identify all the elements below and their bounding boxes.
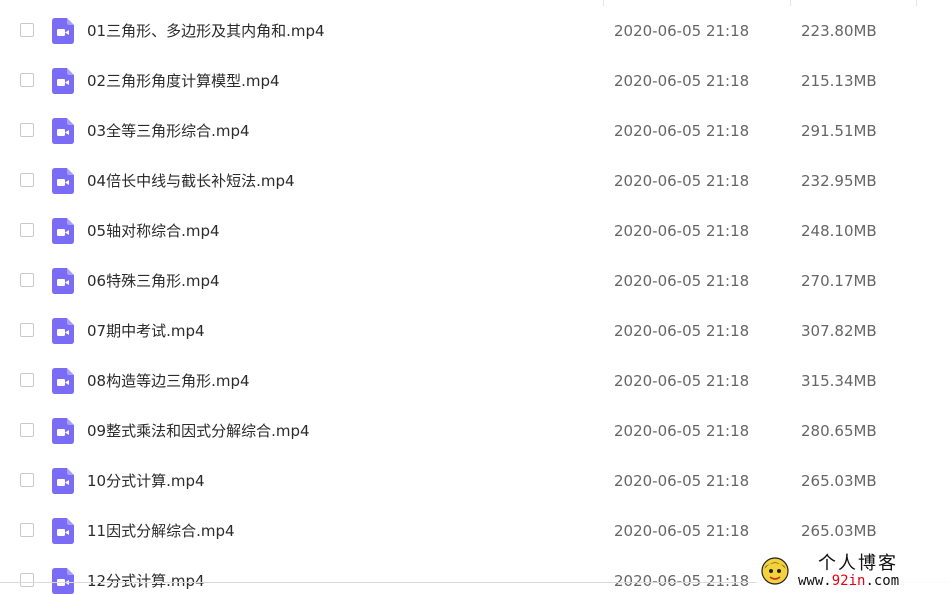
file-name[interactable]: 07期中考试.mp4 (87, 321, 205, 341)
file-name[interactable]: 11因式分解综合.mp4 (87, 521, 235, 541)
file-size: 291.51MB (801, 122, 877, 140)
file-date: 2020-06-05 21:18 (614, 522, 750, 540)
watermark-url-highlight: 92in (831, 573, 866, 589)
video-file-icon (52, 168, 74, 194)
row-checkbox[interactable] (20, 423, 34, 437)
watermark-url: www.92in.com (798, 572, 899, 590)
file-size: 307.82MB (801, 322, 877, 340)
file-name[interactable]: 04倍长中线与截长补短法.mp4 (87, 171, 295, 191)
file-date: 2020-06-05 21:18 (614, 372, 750, 390)
file-row[interactable]: 08构造等边三角形.mp4 2020-06-05 21:18 315.34MB (0, 356, 949, 406)
file-name[interactable]: 06特殊三角形.mp4 (87, 271, 220, 291)
file-date: 2020-06-05 21:18 (614, 272, 750, 290)
file-name[interactable]: 12分式计算.mp4 (87, 571, 205, 591)
video-file-icon (52, 318, 74, 344)
file-date: 2020-06-05 21:18 (614, 222, 750, 240)
file-row[interactable]: 11因式分解综合.mp4 2020-06-05 21:18 265.03MB (0, 506, 949, 556)
file-date: 2020-06-05 21:18 (614, 72, 750, 90)
watermark-logo-icon (761, 557, 789, 585)
file-size: 280.65MB (801, 422, 877, 440)
file-name[interactable]: 02三角形角度计算模型.mp4 (87, 71, 280, 91)
file-date: 2020-06-05 21:18 (614, 22, 750, 40)
file-date: 2020-06-05 21:18 (614, 322, 750, 340)
file-name[interactable]: 01三角形、多边形及其内角和.mp4 (87, 21, 325, 41)
row-checkbox[interactable] (20, 473, 34, 487)
file-size: 223.80MB (801, 22, 877, 40)
video-file-icon (52, 368, 74, 394)
watermark-url-suffix: .com (865, 573, 900, 589)
file-date: 2020-06-05 21:18 (614, 422, 750, 440)
file-row[interactable]: 07期中考试.mp4 2020-06-05 21:18 307.82MB (0, 306, 949, 356)
file-size: 265.03MB (801, 522, 877, 540)
file-row[interactable]: 10分式计算.mp4 2020-06-05 21:18 265.03MB (0, 456, 949, 506)
video-file-icon (52, 418, 74, 444)
file-row[interactable]: 03全等三角形综合.mp4 2020-06-05 21:18 291.51MB (0, 106, 949, 156)
file-date: 2020-06-05 21:18 (614, 122, 750, 140)
file-row[interactable]: 09整式乘法和因式分解综合.mp4 2020-06-05 21:18 280.65M… (0, 406, 949, 456)
row-checkbox[interactable] (20, 223, 34, 237)
video-file-icon (52, 18, 74, 44)
video-file-icon (52, 518, 74, 544)
watermark-url-prefix: www. (798, 573, 832, 589)
watermark: 个人博客 www.92in.com (756, 552, 949, 594)
file-size: 270.17MB (801, 272, 877, 290)
file-name[interactable]: 03全等三角形综合.mp4 (87, 121, 250, 141)
file-name[interactable]: 09整式乘法和因式分解综合.mp4 (87, 421, 310, 441)
row-checkbox[interactable] (20, 123, 34, 137)
file-name[interactable]: 10分式计算.mp4 (87, 471, 205, 491)
video-file-icon (52, 68, 74, 94)
video-file-icon (52, 568, 74, 594)
file-row[interactable]: 06特殊三角形.mp4 2020-06-05 21:18 270.17MB (0, 256, 949, 306)
file-list-page: 01三角形、多边形及其内角和.mp4 2020-06-05 21:18 223.80… (0, 0, 949, 594)
row-checkbox[interactable] (20, 323, 34, 337)
file-row[interactable]: 04倍长中线与截长补短法.mp4 2020-06-05 21:18 232.95MB (0, 156, 949, 206)
file-row[interactable]: 01三角形、多边形及其内角和.mp4 2020-06-05 21:18 223.80… (0, 6, 949, 56)
file-size: 315.34MB (801, 372, 877, 390)
video-file-icon (52, 268, 74, 294)
file-size: 232.95MB (801, 172, 877, 190)
row-checkbox[interactable] (20, 273, 34, 287)
video-file-icon (52, 468, 74, 494)
file-date: 2020-06-05 21:18 (614, 172, 750, 190)
row-checkbox[interactable] (20, 523, 34, 537)
row-checkbox[interactable] (20, 373, 34, 387)
file-list: 01三角形、多边形及其内角和.mp4 2020-06-05 21:18 223.80… (0, 6, 949, 594)
file-date: 2020-06-05 21:18 (614, 472, 750, 490)
file-size: 215.13MB (801, 72, 877, 90)
row-checkbox[interactable] (20, 73, 34, 87)
file-size: 265.03MB (801, 472, 877, 490)
watermark-title: 个人博客 (818, 553, 898, 574)
file-date: 2020-06-05 21:18 (614, 572, 750, 590)
file-row[interactable]: 05轴对称综合.mp4 2020-06-05 21:18 248.10MB (0, 206, 949, 256)
row-checkbox[interactable] (20, 173, 34, 187)
row-checkbox[interactable] (20, 23, 34, 37)
file-name[interactable]: 05轴对称综合.mp4 (87, 221, 220, 241)
video-file-icon (52, 218, 74, 244)
row-checkbox[interactable] (20, 573, 34, 587)
file-row[interactable]: 02三角形角度计算模型.mp4 2020-06-05 21:18 215.13MB (0, 56, 949, 106)
file-name[interactable]: 08构造等边三角形.mp4 (87, 371, 250, 391)
file-size: 248.10MB (801, 222, 877, 240)
video-file-icon (52, 118, 74, 144)
